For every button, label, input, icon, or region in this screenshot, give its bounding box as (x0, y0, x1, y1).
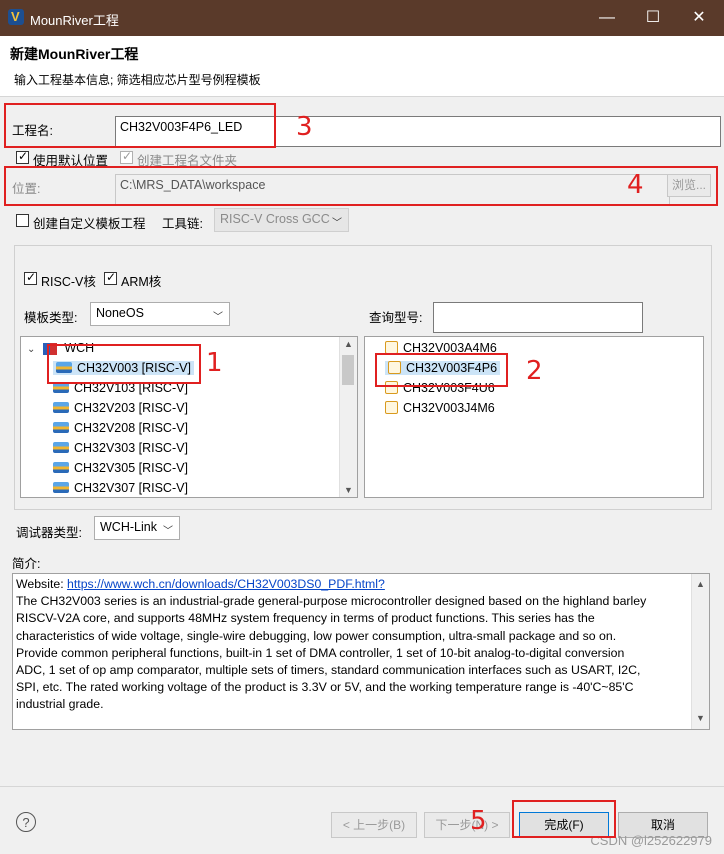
chevron-down-icon[interactable]: ▼ (692, 710, 709, 727)
create-folder-checkbox[interactable] (120, 149, 133, 164)
chip-series-icon (53, 462, 69, 474)
minimize-button[interactable]: — (584, 0, 630, 36)
tree-item[interactable]: CH32V307 [RISC-V] (53, 481, 188, 495)
intro-line: characteristics of wide voltage, single-… (16, 628, 617, 643)
website-link[interactable]: https://www.wch.cn/downloads/CH32V003DS0… (67, 577, 385, 591)
title-bar: MounRiver工程 — ☐ ✕ (0, 0, 724, 36)
annotation-number-5: 5 (470, 806, 487, 836)
debugger-type-select[interactable]: WCH-Link ﹀ (94, 516, 180, 540)
intro-line: industrial grade. (16, 697, 104, 712)
toolchain-select[interactable]: RISC-V Cross GCC ﹀ (214, 208, 349, 232)
riscv-core-label: RISC-V核 (41, 275, 96, 289)
intro-line: The CH32V003 series is an industrial-gra… (16, 594, 647, 609)
close-button[interactable]: ✕ (676, 0, 722, 36)
query-model-label: 查询型号: (369, 311, 423, 325)
arm-core-checkbox[interactable] (104, 270, 117, 285)
annotation-number-1: 1 (206, 348, 223, 378)
chevron-down-icon: ⌄ (27, 344, 36, 355)
next-button[interactable]: 下一步(N) > (424, 812, 510, 838)
annotation-number-2: 2 (526, 356, 543, 386)
wizard-subtitle: 输入工程基本信息; 筛选相应芯片型号例程模板 (14, 73, 261, 87)
maximize-button[interactable]: ☐ (630, 0, 676, 36)
chip-series-icon (53, 422, 69, 434)
wizard-header: 新建MounRiver工程 输入工程基本信息; 筛选相应芯片型号例程模板 (0, 36, 724, 96)
model-item[interactable]: CH32V003J4M6 (385, 401, 495, 415)
tree-item[interactable]: CH32V303 [RISC-V] (53, 441, 188, 455)
back-button[interactable]: < 上一步(B) (331, 812, 417, 838)
arm-core-label: ARM核 (121, 275, 162, 289)
tree-scrollbar[interactable]: ▲ ▼ (339, 337, 357, 497)
intro-line: Provide common peripheral functions, bui… (16, 645, 625, 660)
intro-line: SPI, etc. The rated working voltage of t… (16, 680, 634, 695)
intro-label: 简介: (12, 557, 41, 571)
intro-line: ADC, 1 set of op amp comparator, multipl… (16, 663, 641, 678)
custom-template-label: 创建自定义模板工程 (33, 217, 146, 231)
riscv-core-checkbox[interactable] (24, 270, 37, 285)
wizard-title: 新建MounRiver工程 (10, 46, 139, 62)
annotation-number-3: 3 (296, 112, 313, 142)
scroll-thumb[interactable] (342, 355, 354, 385)
use-default-location-checkbox[interactable] (16, 149, 29, 164)
help-icon[interactable]: ? (16, 812, 36, 832)
chip-series-icon (53, 442, 69, 454)
chip-series-icon (53, 482, 69, 494)
template-type-select[interactable]: NoneOS ﹀ (90, 302, 230, 326)
website-line: Website: https://www.wch.cn/downloads/CH… (16, 576, 706, 593)
app-icon (8, 9, 24, 25)
annotation-box-5 (512, 800, 616, 838)
annotation-box-2 (375, 353, 508, 387)
window-title: MounRiver工程 (30, 13, 119, 28)
tree-item-label: CH32V307 [RISC-V] (74, 481, 188, 495)
intro-line: RISCV-V2A core, and supports 48MHz syste… (16, 611, 595, 626)
chevron-down-icon: ﹀ (163, 526, 173, 537)
annotation-box-4 (4, 166, 718, 206)
debugger-type-label: 调试器类型: (16, 526, 82, 540)
toolchain-label: 工具链: (162, 217, 203, 231)
tree-item-label: CH32V208 [RISC-V] (74, 421, 188, 435)
tree-item-label: CH32V303 [RISC-V] (74, 441, 188, 455)
model-item-label: CH32V003J4M6 (403, 401, 495, 415)
chevron-up-icon[interactable]: ▲ (340, 339, 357, 349)
annotation-number-4: 4 (627, 170, 644, 200)
annotation-box-1 (47, 344, 201, 384)
website-label: Website: (16, 577, 64, 591)
tree-item-label: CH32V203 [RISC-V] (74, 401, 188, 415)
tree-item[interactable]: CH32V208 [RISC-V] (53, 421, 188, 435)
chevron-down-icon[interactable]: ▼ (340, 485, 357, 495)
template-type-value: NoneOS (96, 306, 144, 320)
chip-series-icon (53, 402, 69, 414)
annotation-box-3 (4, 103, 276, 148)
tree-item[interactable]: CH32V203 [RISC-V] (53, 401, 188, 415)
tree-item-label: CH32V305 [RISC-V] (74, 461, 188, 475)
query-model-input[interactable] (433, 302, 643, 333)
chip-model-icon (385, 401, 398, 415)
chevron-down-icon: ﹀ (213, 312, 223, 323)
custom-template-checkbox[interactable] (16, 214, 29, 227)
template-type-label: 模板类型: (24, 311, 78, 325)
tree-item[interactable]: CH32V305 [RISC-V] (53, 461, 188, 475)
toolchain-value: RISC-V Cross GCC (220, 212, 330, 226)
chevron-up-icon[interactable]: ▲ (692, 576, 709, 593)
debugger-type-value: WCH-Link (100, 520, 157, 534)
intro-scrollbar[interactable]: ▲ ▼ (691, 574, 709, 729)
chevron-down-icon: ﹀ (332, 218, 342, 229)
intro-text-area[interactable]: Website: https://www.wch.cn/downloads/CH… (12, 573, 710, 730)
